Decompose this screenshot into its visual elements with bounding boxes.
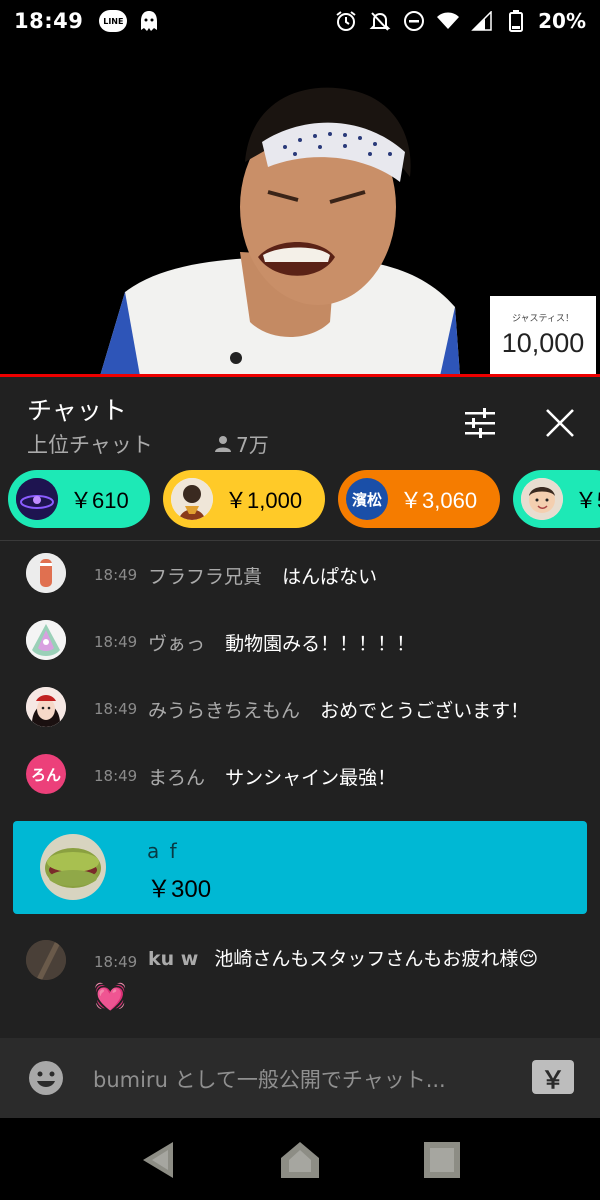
ticker-amount: ￥5 [575,488,600,513]
ticker-item[interactable]: 濱松 ￥3,060 [338,470,500,528]
alarm-icon [334,9,358,33]
chat-header: チャット 上位チャット 7万 [0,377,600,465]
chat-mode-selector[interactable]: 上位チャット [27,429,153,459]
avatar[interactable] [40,834,106,900]
avatar[interactable] [26,687,66,727]
message-author[interactable]: ku w [148,948,198,970]
person-icon [215,435,231,452]
chat-message-list[interactable]: 18:49 フラフラ兄貴 はんぱない 18:49 ヴぁっ 動物園みる！！！！！ … [0,541,600,1038]
avatar[interactable]: ろん [26,754,66,794]
message-time: 18:49 [94,566,138,584]
ticker-avatar [16,478,58,520]
ticker-item[interactable]: ￥5 [513,470,600,528]
message-text: おめでとうございます！ [320,700,530,722]
message-line: ヴぁっ 動物園みる！！！！！ [148,629,415,656]
ticker-avatar [171,478,213,520]
tune-icon [465,408,495,438]
avatar[interactable] [26,940,66,980]
message-author[interactable]: ヴぁっ [148,633,205,655]
message-time: 18:49 [94,953,138,971]
superchat-message[interactable]: a f ￥300 [13,821,587,914]
battery-icon [504,9,528,33]
super-chat-button[interactable]: ￥ [532,1060,574,1094]
counter-value: 10,000 [501,328,585,358]
message-line: みうらきちえもん おめでとうございます！ [148,696,529,723]
back-button[interactable] [136,1138,180,1182]
video-player[interactable]: ジャスティス！ 10,000 [0,42,600,376]
chat-title: チャット [27,396,127,425]
message-author[interactable]: みうらきちえもん [148,700,300,722]
message-time: 18:49 [94,633,138,651]
status-bar: 18:49 LINE 20% [0,0,600,42]
close-icon [546,409,574,437]
emoji-button[interactable] [28,1060,64,1096]
wifi-icon [436,9,460,33]
message-text-continuation: 💓 [94,982,127,1012]
home-button[interactable] [278,1138,322,1182]
avatar[interactable] [26,620,66,660]
ghost-notification-icon [137,9,161,33]
message-line: ku w 池崎さんもスタッフさんもお疲れ様😌 [148,944,538,971]
battery-percentage: 20% [538,9,586,33]
smiley-icon [29,1061,63,1095]
viewer-count-value: 7万 [236,433,269,457]
message-author[interactable]: フラフラ兄貴 [148,566,262,588]
counter-label: ジャスティス！ [511,314,574,324]
viewer-count: 7万 [214,429,269,458]
signal-icon [470,9,494,33]
avatar[interactable] [26,553,66,593]
message-line: まろん サンシャイン最強！ [148,763,396,790]
recent-apps-icon [424,1142,460,1178]
ticker-avatar [521,478,563,520]
recent-apps-button[interactable] [420,1138,464,1182]
ticker-amount: ￥1,000 [225,488,303,513]
chat-settings-button[interactable] [458,401,502,445]
ticker-item[interactable]: ￥1,000 [163,470,325,528]
do-not-disturb-icon [402,9,426,33]
ticker-item[interactable]: ￥610 [8,470,150,528]
back-icon [143,1142,173,1178]
navigation-bar [0,1118,600,1200]
message-text: サンシャイン最強！ [225,767,397,789]
notifications-off-icon [368,9,392,33]
message-text: はんぱない [282,566,378,588]
superchat-amount: ￥300 [147,876,212,903]
ticker-avatar: 濱松 [346,478,388,520]
message-time: 18:49 [94,767,138,785]
status-time: 18:49 [14,9,84,33]
message-text: 池崎さんもスタッフさんもお疲れ様😌 [214,948,539,970]
message-text: 動物園みる！！！！！ [225,633,416,655]
chat-input[interactable]: bumiru として一般公開でチャット... [93,1064,446,1094]
close-chat-button[interactable] [538,401,582,445]
line-notification-icon: LINE [99,10,128,32]
ticker-amount: ￥610 [70,488,129,513]
superchat-ticker-bar: ￥610 ￥1,000 濱松 ￥3,060 ￥5 [0,466,600,534]
ticker-amount: ￥3,060 [400,488,478,513]
home-icon [281,1142,319,1178]
superchat-author[interactable]: a f [147,839,179,863]
message-line: フラフラ兄貴 はんぱない [148,562,377,589]
message-author[interactable]: まろん [148,767,205,789]
message-time: 18:49 [94,700,138,718]
donation-counter: ジャスティス！ 10,000 [490,296,596,374]
chat-input-bar: bumiru として一般公開でチャット... ￥ [0,1038,600,1118]
